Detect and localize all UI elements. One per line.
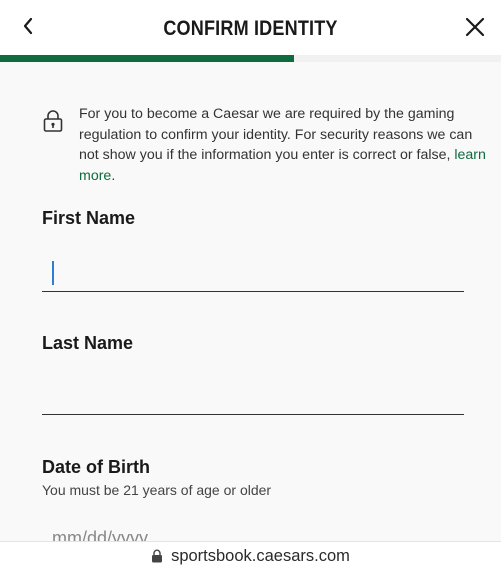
close-button[interactable] bbox=[462, 14, 488, 40]
notice-suffix: . bbox=[111, 167, 116, 184]
header-bar: CONFIRM IDENTITY bbox=[0, 0, 501, 62]
last-name-input[interactable] bbox=[42, 379, 464, 415]
notice-body: For you to become a Caesar we are requir… bbox=[79, 106, 473, 163]
page-title: CONFIRM IDENTITY bbox=[163, 17, 338, 40]
close-icon bbox=[465, 17, 485, 37]
dob-label: Date of Birth bbox=[42, 457, 150, 477]
last-name-label: Last Name bbox=[42, 333, 134, 353]
url-text: sportsbook.caesars.com bbox=[171, 547, 350, 565]
dob-hint: You must be 21 years of age or older bbox=[42, 482, 272, 498]
text-cursor bbox=[52, 261, 54, 285]
progress-bar-fill bbox=[0, 55, 295, 62]
first-name-label: First Name bbox=[42, 208, 136, 228]
lock-icon bbox=[43, 110, 63, 132]
chevron-left-icon bbox=[23, 17, 33, 35]
browser-url-bar[interactable]: sportsbook.caesars.com bbox=[0, 541, 501, 571]
notice-text: For you to become a Caesar we are requir… bbox=[79, 104, 489, 186]
first-name-input[interactable] bbox=[42, 256, 464, 292]
progress-bar bbox=[0, 55, 501, 62]
lock-icon bbox=[152, 549, 163, 562]
identity-form: For you to become a Caesar we are requir… bbox=[0, 62, 501, 556]
